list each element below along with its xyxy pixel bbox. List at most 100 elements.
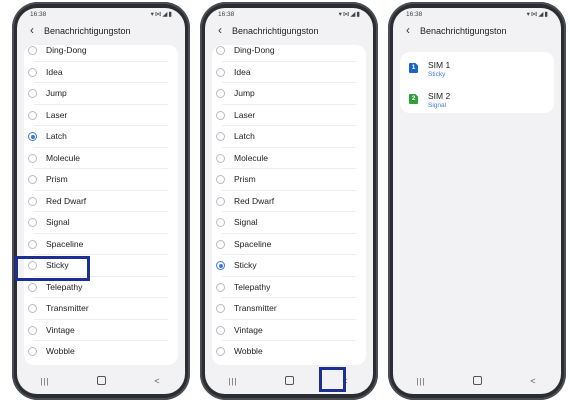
ringtone-option[interactable]: Signal <box>212 212 366 234</box>
ringtone-label: Signal <box>46 217 70 227</box>
ringtone-option[interactable]: Idea <box>24 62 178 83</box>
status-bar: 16:38 ▾⋈◢▮ <box>17 8 185 20</box>
ringtone-label: Telepathy <box>46 281 83 292</box>
nav-back-button[interactable]: < <box>142 376 172 386</box>
home-button[interactable] <box>462 375 492 387</box>
radio-unselected-icon[interactable] <box>216 153 225 163</box>
phone-2: 16:38 ▾⋈◢▮ ‹ Benachrichtigungston Ding-D… <box>200 2 378 400</box>
radio-unselected-icon[interactable] <box>28 347 37 356</box>
ringtone-label: Molecule <box>234 152 269 163</box>
home-button[interactable] <box>274 375 304 387</box>
status-bar: 16:38 ▾⋈◢▮ <box>393 8 561 20</box>
radio-unselected-icon[interactable] <box>28 196 37 206</box>
back-arrow-icon[interactable]: ‹ <box>402 23 414 37</box>
ringtone-option[interactable]: Latch <box>212 126 366 148</box>
ringtone-option[interactable]: Signal <box>24 212 178 234</box>
ringtone-list: Ding-Dong Idea Jump Laser Latch Molecule Prism… <box>212 45 366 365</box>
recents-button[interactable]: ||| <box>406 377 436 386</box>
status-time: 16:38 <box>218 11 235 18</box>
ringtone-option[interactable]: Molecule <box>212 148 366 169</box>
ringtone-option[interactable]: Vintage <box>24 320 178 341</box>
ringtone-option[interactable]: Ding-Dong <box>24 45 178 62</box>
ringtone-option[interactable]: Wobble <box>212 341 366 363</box>
ringtone-label: Signal <box>234 217 258 227</box>
radio-unselected-icon[interactable] <box>216 304 225 313</box>
sim-1-row[interactable]: 1 SIM 1 Sticky <box>400 54 554 84</box>
ringtone-label: Sticky <box>234 260 257 270</box>
ringtone-option[interactable]: Idea <box>212 62 366 83</box>
screen-1: 16:38 ▾⋈◢▮ ‹ Benachrichtigungston Ding-D… <box>17 8 185 394</box>
ringtone-option[interactable]: Wobble <box>24 341 178 363</box>
ringtone-label: Prism <box>46 174 68 184</box>
radio-unselected-icon[interactable] <box>28 89 37 98</box>
radio-unselected-icon[interactable] <box>216 175 225 184</box>
ringtone-option[interactable]: Red Dwarf <box>24 191 178 212</box>
recents-button[interactable]: ||| <box>30 377 60 386</box>
ringtone-option[interactable]: Jump <box>24 83 178 105</box>
ringtone-option[interactable]: Latch <box>24 126 178 148</box>
radio-unselected-icon[interactable] <box>28 304 37 313</box>
ringtone-label: Latch <box>46 131 67 141</box>
radio-selected-icon[interactable] <box>216 261 225 270</box>
radio-unselected-icon[interactable] <box>216 46 225 55</box>
radio-unselected-icon[interactable] <box>28 239 37 249</box>
ringtone-option[interactable]: Jump <box>212 83 366 105</box>
radio-unselected-icon[interactable] <box>28 67 37 77</box>
sim-1-name: SIM 1 <box>428 60 451 70</box>
radio-unselected-icon[interactable] <box>28 110 37 120</box>
sticky-highlight-box <box>15 256 90 281</box>
radio-unselected-icon[interactable] <box>28 325 37 335</box>
radio-unselected-icon[interactable] <box>216 132 225 141</box>
radio-unselected-icon[interactable] <box>216 325 225 335</box>
ringtone-label: Latch <box>234 131 255 141</box>
radio-unselected-icon[interactable] <box>216 239 225 249</box>
radio-unselected-icon[interactable] <box>216 196 225 206</box>
ringtone-option[interactable]: Red Dwarf <box>212 191 366 212</box>
radio-unselected-icon[interactable] <box>28 175 37 184</box>
status-icons: ▾⋈◢▮ <box>150 11 173 18</box>
ringtone-label: Vintage <box>46 324 75 335</box>
ringtone-option[interactable]: Molecule <box>24 148 178 169</box>
sim-2-tone: Signal <box>428 102 447 109</box>
status-time: 16:38 <box>30 11 47 18</box>
ringtone-option[interactable]: Vintage <box>212 320 366 341</box>
radio-unselected-icon[interactable] <box>216 89 225 98</box>
ringtone-label: Transmitter <box>46 303 89 313</box>
page-title: Benachrichtigungston <box>232 26 319 36</box>
ringtone-label: Idea <box>234 66 251 77</box>
sim-2-icon: 2 <box>409 94 418 104</box>
nav-back-button[interactable]: < <box>518 376 548 386</box>
sim-2-row[interactable]: 2 SIM 2 Signal <box>400 85 554 115</box>
sim-2-name: SIM 2 <box>428 91 451 101</box>
ringtone-label: Red Dwarf <box>234 195 275 206</box>
radio-unselected-icon[interactable] <box>28 282 37 292</box>
ringtone-option[interactable]: Telepathy <box>212 277 366 298</box>
recents-button[interactable]: ||| <box>218 377 248 386</box>
ringtone-option[interactable]: Prism <box>24 169 178 191</box>
radio-unselected-icon[interactable] <box>216 67 225 77</box>
navigation-bar: ||| < <box>205 368 373 394</box>
back-arrow-icon[interactable]: ‹ <box>214 23 226 37</box>
ringtone-label: Transmitter <box>234 303 277 313</box>
back-arrow-icon[interactable]: ‹ <box>26 23 38 37</box>
ringtone-option[interactable]: Spaceline <box>24 234 178 255</box>
ringtone-option[interactable]: Ding-Dong <box>212 45 366 62</box>
ringtone-label: Jump <box>46 88 67 98</box>
radio-unselected-icon[interactable] <box>216 110 225 120</box>
radio-unselected-icon[interactable] <box>216 347 225 356</box>
ringtone-option[interactable]: Transmitter <box>24 298 178 320</box>
ringtone-option[interactable]: Laser <box>212 105 366 126</box>
radio-unselected-icon[interactable] <box>216 282 225 292</box>
radio-unselected-icon[interactable] <box>28 46 37 55</box>
radio-selected-icon[interactable] <box>28 132 37 141</box>
home-button[interactable] <box>86 375 116 387</box>
app-bar: ‹ Benachrichtigungston <box>393 21 561 43</box>
radio-unselected-icon[interactable] <box>28 153 37 163</box>
ringtone-option[interactable]: Laser <box>24 105 178 126</box>
ringtone-option[interactable]: Transmitter <box>212 298 366 320</box>
radio-unselected-icon[interactable] <box>28 218 37 227</box>
ringtone-option[interactable]: Prism <box>212 169 366 191</box>
ringtone-option[interactable]: Spaceline <box>212 234 366 255</box>
radio-unselected-icon[interactable] <box>216 218 225 227</box>
ringtone-option[interactable]: Sticky <box>212 255 366 277</box>
